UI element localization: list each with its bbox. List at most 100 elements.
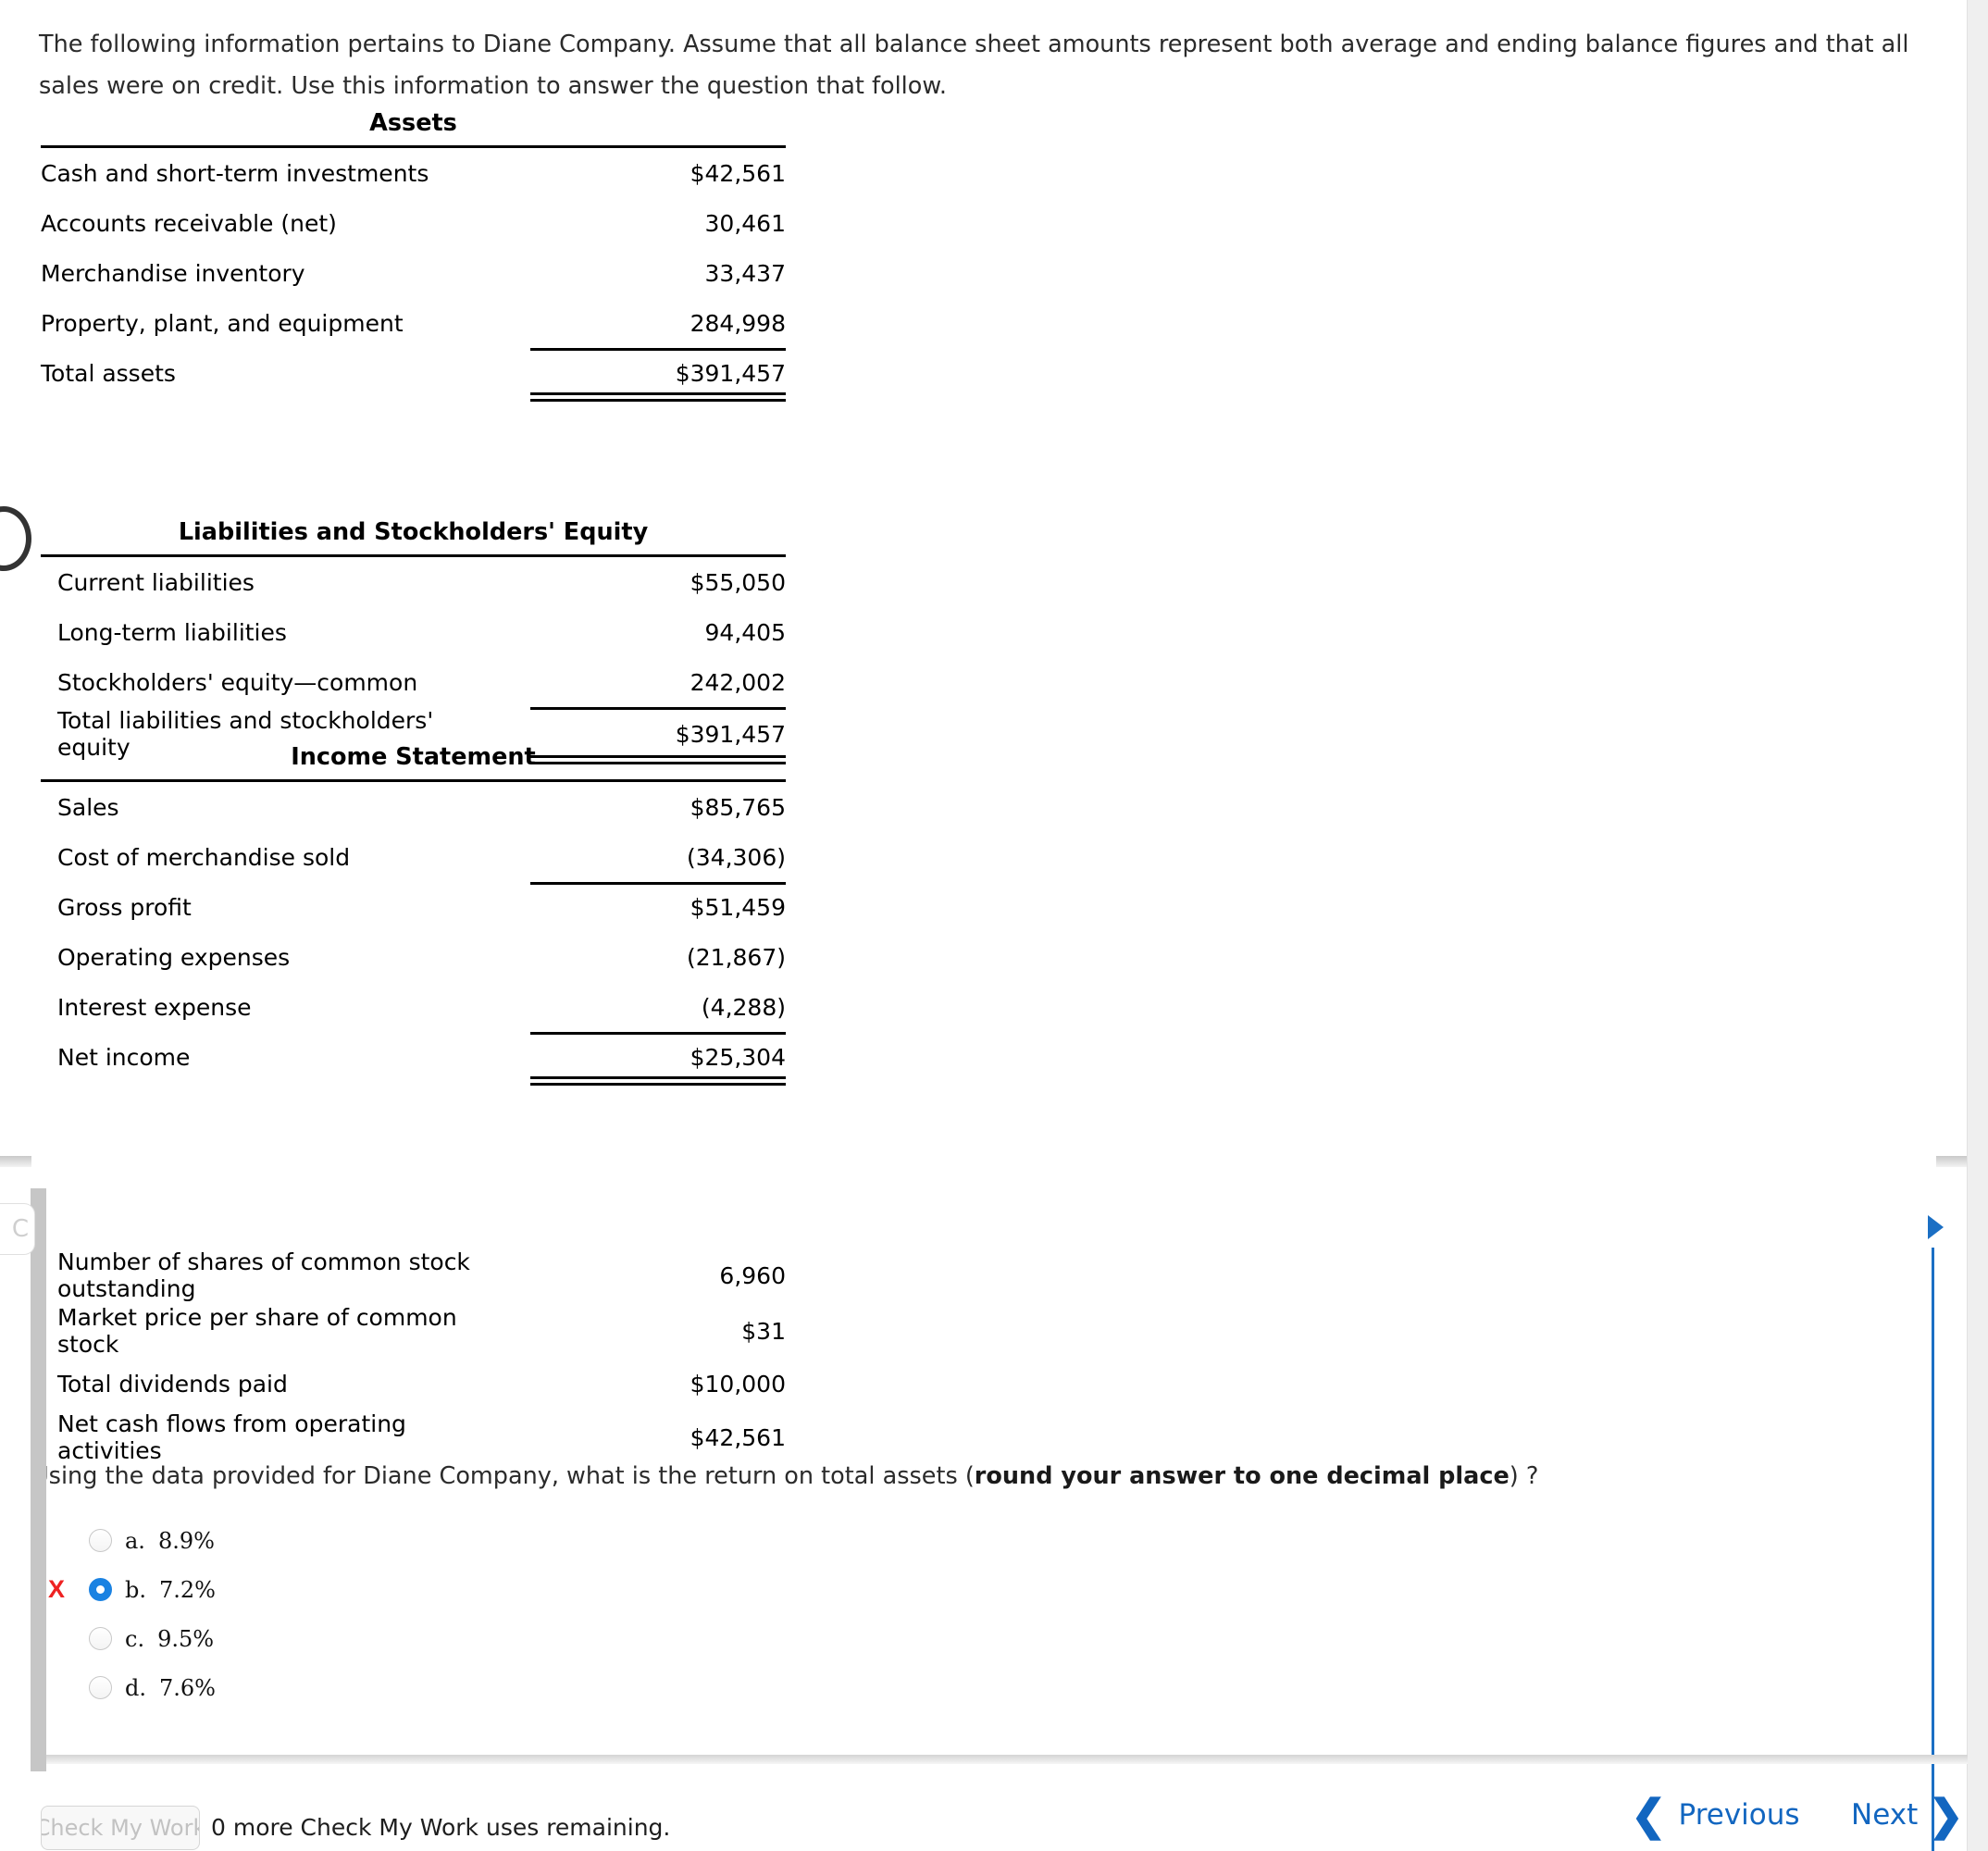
radio-d[interactable] <box>89 1676 112 1699</box>
row-value: $55,050 <box>690 568 786 596</box>
row-value: (21,867) <box>687 943 786 971</box>
choice-b-text: 7.2% <box>159 1576 216 1603</box>
row-label: Net income <box>57 1043 191 1071</box>
table-row: Operating expenses (21,867) <box>41 932 786 982</box>
question-tail: ) ? <box>1509 1462 1539 1490</box>
statement-liabilities-equity: Liabilities and Stockholders' Equity Cur… <box>41 518 786 764</box>
row-label: Gross profit <box>57 893 192 921</box>
row-label: Stockholders' equity—common <box>57 668 418 696</box>
row-label: Current liabilities <box>57 568 255 596</box>
row-value: 284,998 <box>690 309 786 337</box>
next-label: Next <box>1851 1798 1919 1832</box>
table-row: Merchandise inventory 33,437 <box>41 248 786 298</box>
statement-title: Assets <box>369 109 457 137</box>
row-label: Accounts receivable (net) <box>41 209 337 237</box>
chevron-left-icon: ❮ <box>1631 1791 1667 1839</box>
choice-c-text: 9.5% <box>157 1625 215 1652</box>
question-prompt: Using the data provided for Diane Compan… <box>31 1460 1605 1492</box>
row-label: Property, plant, and equipment <box>41 309 404 337</box>
row-label: Cost of merchandise sold <box>57 843 351 871</box>
income-statement-table: Sales $85,765 Cost of merchandise sold (… <box>41 782 786 1086</box>
intro-paragraph: The following information pertains to Di… <box>39 31 1917 100</box>
table-row-total: Total assets $391,457 <box>41 348 786 402</box>
table-row: Total dividends paid $10,000 <box>41 1359 786 1410</box>
footer-separator <box>46 1755 1968 1764</box>
row-value-total: $25,304 <box>508 1032 786 1086</box>
choice-a[interactable]: a. 8.9% <box>56 1516 796 1565</box>
panel-top-edge-left <box>0 1156 31 1167</box>
check-my-work-button[interactable]: Check My Work <box>41 1806 200 1850</box>
row-label: Total dividends paid <box>57 1371 288 1398</box>
wrong-answer-x-icon: X <box>47 1575 65 1603</box>
row-label: Total assets <box>41 359 176 387</box>
table-row: Current liabilities $55,050 <box>41 557 786 607</box>
radio-c[interactable] <box>89 1627 112 1650</box>
row-label: Market price per share of common stock <box>57 1304 457 1358</box>
row-value: (4,288) <box>701 993 786 1021</box>
answer-choices: a. 8.9% X b. 7.2% c. 9.5% d. 7.6% <box>48 1516 796 1712</box>
next-button[interactable]: Next ❯ <box>1851 1794 1964 1836</box>
supplemental-data: Number of shares of common stock outstan… <box>41 1248 786 1465</box>
row-value: $31 <box>741 1317 786 1345</box>
row-value-subtotal: $51,459 <box>508 882 786 932</box>
panel-top-edge-right <box>1936 1156 1968 1167</box>
check-my-work-uses-note: 0 more Check My Work uses remaining. <box>211 1814 671 1841</box>
row-value: $42,561 <box>690 1423 786 1451</box>
row-label: Net cash flows from operating activities <box>57 1410 406 1464</box>
choice-a-text: 8.9% <box>157 1527 215 1554</box>
choice-d-text: 7.6% <box>159 1674 216 1701</box>
annotation-circle <box>0 506 31 571</box>
table-row: Accounts receivable (net) 30,461 <box>41 198 786 248</box>
row-value: $85,765 <box>690 793 786 821</box>
row-label: Merchandise inventory <box>41 259 305 287</box>
clipped-toolbar-button[interactable]: C <box>0 1203 35 1255</box>
expand-right-arrow-icon[interactable] <box>1928 1215 1944 1239</box>
choice-c[interactable]: c. 9.5% <box>56 1614 796 1663</box>
assets-table: Cash and short-term investments $42,561 … <box>41 148 786 402</box>
previous-button[interactable]: ❮ Previous <box>1631 1794 1800 1836</box>
table-row-total: Net income $25,304 <box>41 1032 786 1086</box>
row-value: 242,002 <box>690 668 786 696</box>
supplemental-table: Number of shares of common stock outstan… <box>41 1248 786 1465</box>
question-lead: Using the data provided for Diane Compan… <box>31 1462 975 1490</box>
table-row-subtotal: Gross profit $51,459 <box>41 882 786 932</box>
table-row: Long-term liabilities 94,405 <box>41 607 786 657</box>
row-value: 33,437 <box>704 259 786 287</box>
table-row: Cost of merchandise sold (34,306) <box>41 832 786 882</box>
choice-b-letter: b. <box>125 1576 146 1603</box>
table-row: Sales $85,765 <box>41 782 786 832</box>
inner-panel-scrollbar[interactable] <box>31 1188 46 1771</box>
choice-a-letter: a. <box>125 1527 145 1554</box>
choice-b[interactable]: X b. 7.2% <box>48 1565 796 1614</box>
row-value: $42,561 <box>690 159 786 187</box>
statement-income: Income Statement Sales $85,765 Cost of m… <box>41 743 786 1086</box>
choice-d[interactable]: d. 7.6% <box>56 1663 796 1712</box>
table-row: Market price per share of common stock $… <box>41 1303 786 1359</box>
row-value: 6,960 <box>719 1261 786 1289</box>
row-value-total: $391,457 <box>508 348 786 402</box>
row-label: Long-term liabilities <box>57 618 287 646</box>
row-label: Interest expense <box>57 993 252 1021</box>
row-label: Number of shares of common stock outstan… <box>57 1248 470 1302</box>
choice-d-letter: d. <box>125 1674 146 1701</box>
statement-title: Income Statement <box>291 743 536 771</box>
liabilities-table: Current liabilities $55,050 Long-term li… <box>41 557 786 764</box>
statement-title: Liabilities and Stockholders' Equity <box>178 518 649 546</box>
statement-assets: Assets Cash and short-term investments $… <box>41 109 786 402</box>
table-row: Number of shares of common stock outstan… <box>41 1248 786 1303</box>
row-label: Operating expenses <box>57 943 291 971</box>
radio-b[interactable] <box>89 1578 112 1601</box>
row-label: Sales <box>57 793 119 821</box>
chevron-right-icon: ❯ <box>1928 1791 1964 1839</box>
page-scrollbar[interactable] <box>1967 0 1988 1851</box>
table-row: Property, plant, and equipment 284,998 <box>41 298 786 348</box>
table-row: Net cash flows from operating activities… <box>41 1410 786 1465</box>
row-value: 94,405 <box>704 618 786 646</box>
question-emphasis: round your answer to one decimal place <box>974 1462 1510 1490</box>
row-label: Cash and short-term investments <box>41 159 429 187</box>
choice-c-letter: c. <box>125 1625 145 1652</box>
row-value: (34,306) <box>687 843 786 871</box>
row-value: 30,461 <box>704 209 786 237</box>
radio-a[interactable] <box>89 1529 112 1552</box>
table-row: Stockholders' equity—common 242,002 <box>41 657 786 707</box>
